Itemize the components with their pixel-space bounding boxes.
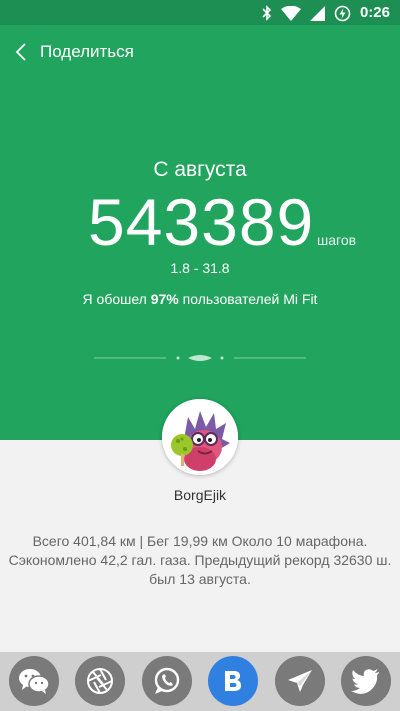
twitter-icon [351,668,381,694]
share-vk-button[interactable] [208,656,258,706]
period-label: С августа [153,158,247,181]
date-range: 1.8 - 31.8 [170,260,230,276]
stats-panel: Поделиться С августа 543389 шагов 1.8 - … [0,25,400,440]
status-icons: 0:26 [262,4,390,22]
percentile-prefix: Я обошел [82,291,151,307]
share-whatsapp-button[interactable] [142,656,192,706]
steps-unit: шагов [317,232,357,248]
status-bar: 0:26 [0,0,400,25]
whatsapp-icon [152,666,182,696]
share-camera-button[interactable] [75,656,125,706]
wechat-icon [18,667,50,695]
battery-charging-icon [334,5,351,22]
telegram-icon [286,668,314,694]
share-telegram-button[interactable] [275,656,325,706]
signal-icon [309,5,325,21]
bluetooth-icon [262,5,272,21]
share-wechat-button[interactable] [9,656,59,706]
decorative-divider [94,351,306,365]
hedgehog-avatar [162,399,238,475]
percentile-suffix: пользователей Mi Fit [178,291,318,307]
clock: 0:26 [359,4,390,21]
avatar [162,399,238,475]
username: BorgEjik [173,487,227,503]
page-title: Поделиться [40,42,134,61]
percentile-value: 97% [150,291,179,307]
camera-aperture-icon [86,667,114,695]
share-twitter-button[interactable] [341,656,391,706]
chevron-left-icon[interactable] [10,41,32,63]
activity-summary: Всего 401,84 км | Бег 19,99 км Около 10 … [8,533,392,587]
steps-count: 543389 [88,185,315,259]
percentile-text: Я обошел 97% пользователей Mi Fit [0,291,400,307]
share-bar [0,652,400,711]
vk-icon [222,669,244,693]
wifi-icon [280,5,301,21]
